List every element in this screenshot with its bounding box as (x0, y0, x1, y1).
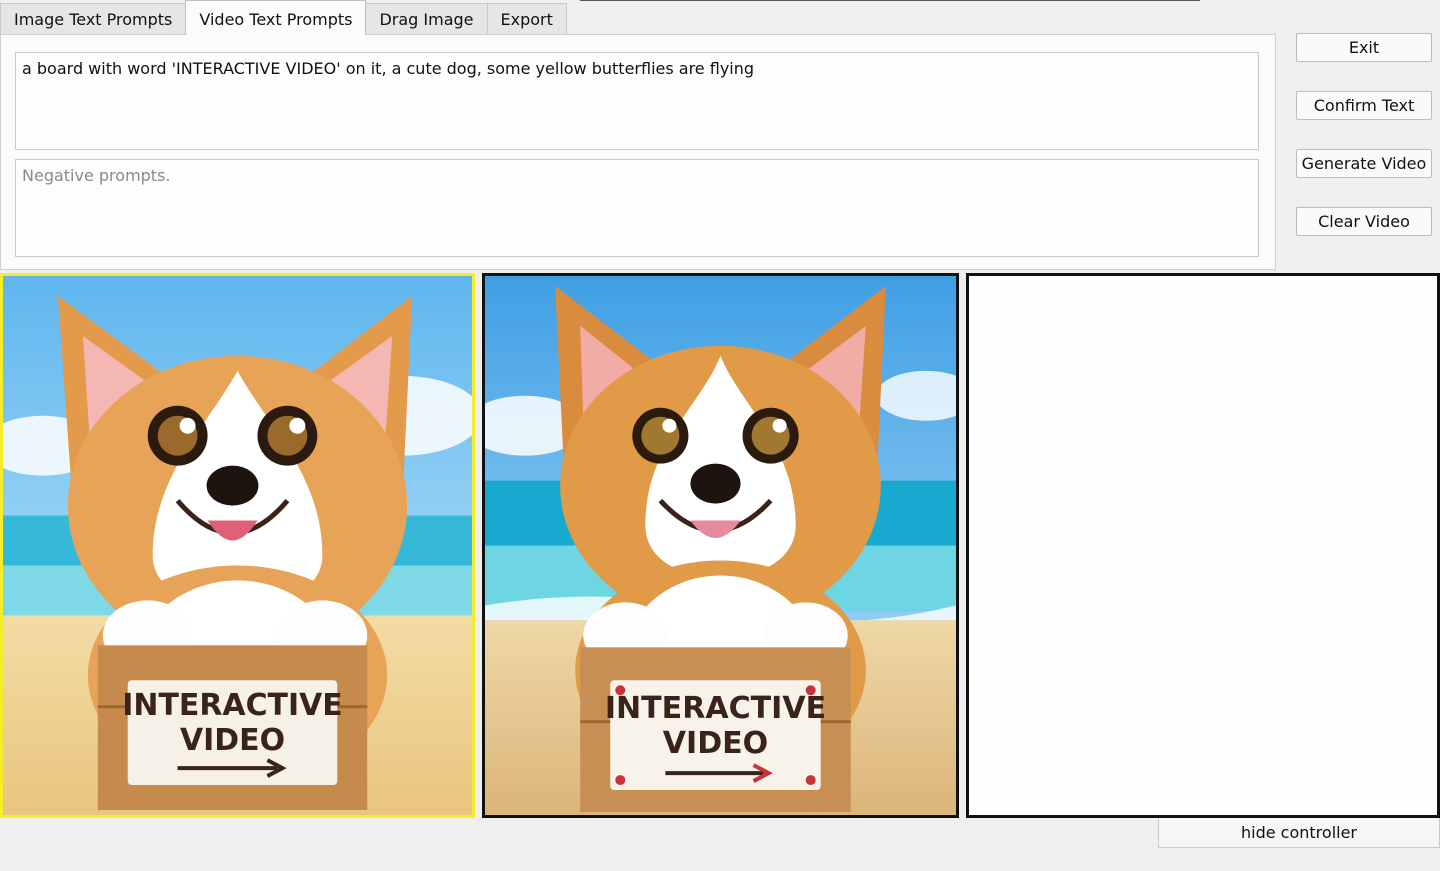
tab-export[interactable]: Export (486, 3, 567, 35)
prompt-input[interactable]: a board with word 'INTERACTIVE VIDEO' on… (15, 52, 1259, 150)
corgi-image-1: INTERACTIVE VIDEO (3, 276, 472, 815)
confirm-text-button[interactable]: Confirm Text (1296, 91, 1432, 120)
clear-video-button[interactable]: Clear Video (1296, 207, 1432, 236)
video-preview-frame[interactable] (966, 273, 1440, 818)
exit-button[interactable]: Exit (1296, 33, 1432, 62)
tab-video-text-prompts[interactable]: Video Text Prompts (185, 0, 367, 35)
negative-prompt-input[interactable] (15, 159, 1259, 257)
sign-text-line1: INTERACTIVE (122, 688, 342, 723)
sign-text-line2: VIDEO (663, 726, 768, 761)
tab-bar: Image Text Prompts Video Text Prompts Dr… (0, 0, 1276, 35)
hide-controller-button[interactable]: hide controller (1158, 818, 1440, 848)
tab-image-text-prompts[interactable]: Image Text Prompts (0, 3, 187, 35)
sign-text-line2: VIDEO (180, 723, 285, 758)
corgi-image-2: INTERACTIVE VIDEO (485, 276, 956, 815)
prompt-panel: a board with word 'INTERACTIVE VIDEO' on… (0, 34, 1276, 270)
image-frame-generated[interactable]: INTERACTIVE VIDEO (482, 273, 959, 818)
tab-drag-image[interactable]: Drag Image (365, 3, 488, 35)
generate-video-button[interactable]: Generate Video (1296, 149, 1432, 178)
image-frame-selected[interactable]: INTERACTIVE VIDEO (0, 273, 475, 818)
app-window: Image Text Prompts Video Text Prompts Dr… (0, 0, 1440, 871)
sign-text-line1: INTERACTIVE (605, 691, 826, 726)
